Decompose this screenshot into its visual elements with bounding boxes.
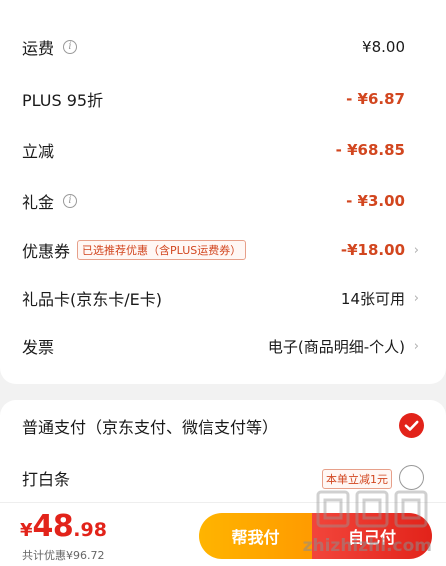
gift-card-label: 礼品卡(京东卡/E卡)	[22, 290, 162, 309]
price-integer: 48	[32, 509, 74, 544]
gift-card-value: 14张可用	[340, 289, 405, 308]
coupon-label: 优惠券	[22, 242, 71, 261]
plus-discount-row: PLUS 95折 - ¥6.87	[0, 74, 446, 124]
baitiao-discount-tag: 本单立减1元	[322, 469, 392, 489]
invoice-row[interactable]: 发票 电子(商品明细-个人) ›	[0, 321, 446, 371]
checkmark-selected-icon[interactable]	[399, 413, 424, 438]
invoice-value: 电子(商品明细-个人)	[267, 337, 405, 356]
shipping-fee-row: 运费 i ¥8.00	[0, 22, 446, 72]
radio-unselected-icon[interactable]	[399, 465, 424, 490]
gift-money-row: 礼金 i - ¥3.00	[0, 176, 446, 226]
gift-money-label: 礼金	[22, 193, 55, 212]
payment-option-baitiao[interactable]: 打白条 本单立减1元	[0, 452, 446, 502]
chevron-right-icon: ›	[413, 290, 419, 306]
info-icon[interactable]: i	[63, 40, 78, 54]
shipping-fee-value: ¥8.00	[362, 38, 405, 56]
coupon-tag: 已选推荐优惠（含PLUS运费券）	[77, 240, 247, 260]
savings-amount: ¥96.72	[66, 549, 105, 562]
plus-discount-label: PLUS 95折	[22, 91, 104, 110]
order-summary-card: 运费 i ¥8.00 PLUS 95折 - ¥6.87 立减 - ¥68.85 …	[0, 0, 446, 384]
instant-discount-row: 立减 - ¥68.85	[0, 125, 446, 175]
shipping-fee-label: 运费	[22, 39, 55, 58]
coupon-value: -¥18.00	[340, 241, 405, 259]
total-savings: 共计优惠¥96.72	[22, 547, 105, 563]
total-price: ¥48.98	[20, 509, 107, 544]
gift-money-value: - ¥3.00	[346, 192, 405, 210]
savings-prefix: 共计优惠	[22, 549, 66, 562]
payment-option-baitiao-label: 打白条	[22, 470, 71, 489]
self-pay-button[interactable]: 自己付	[312, 513, 432, 559]
gift-card-row[interactable]: 礼品卡(京东卡/E卡) 14张可用 ›	[0, 273, 446, 323]
checkout-bar: ¥48.98 共计优惠¥96.72 帮我付 自己付	[0, 502, 446, 566]
price-decimal: .98	[73, 519, 107, 541]
instant-discount-value: - ¥68.85	[335, 141, 405, 159]
invoice-label: 发票	[22, 338, 55, 357]
coupon-row[interactable]: 优惠券 已选推荐优惠（含PLUS运费券） -¥18.00 ›	[0, 225, 446, 275]
help-pay-button[interactable]: 帮我付	[199, 513, 312, 559]
chevron-right-icon: ›	[413, 242, 419, 258]
info-icon[interactable]: i	[63, 194, 78, 208]
price-currency: ¥	[20, 520, 33, 541]
payment-option-normal-label: 普通支付（京东支付、微信支付等）	[22, 418, 279, 437]
payment-option-normal[interactable]: 普通支付（京东支付、微信支付等）	[0, 400, 446, 450]
plus-discount-value: - ¥6.87	[346, 90, 405, 108]
chevron-right-icon: ›	[413, 338, 419, 354]
instant-discount-label: 立减	[22, 142, 55, 161]
